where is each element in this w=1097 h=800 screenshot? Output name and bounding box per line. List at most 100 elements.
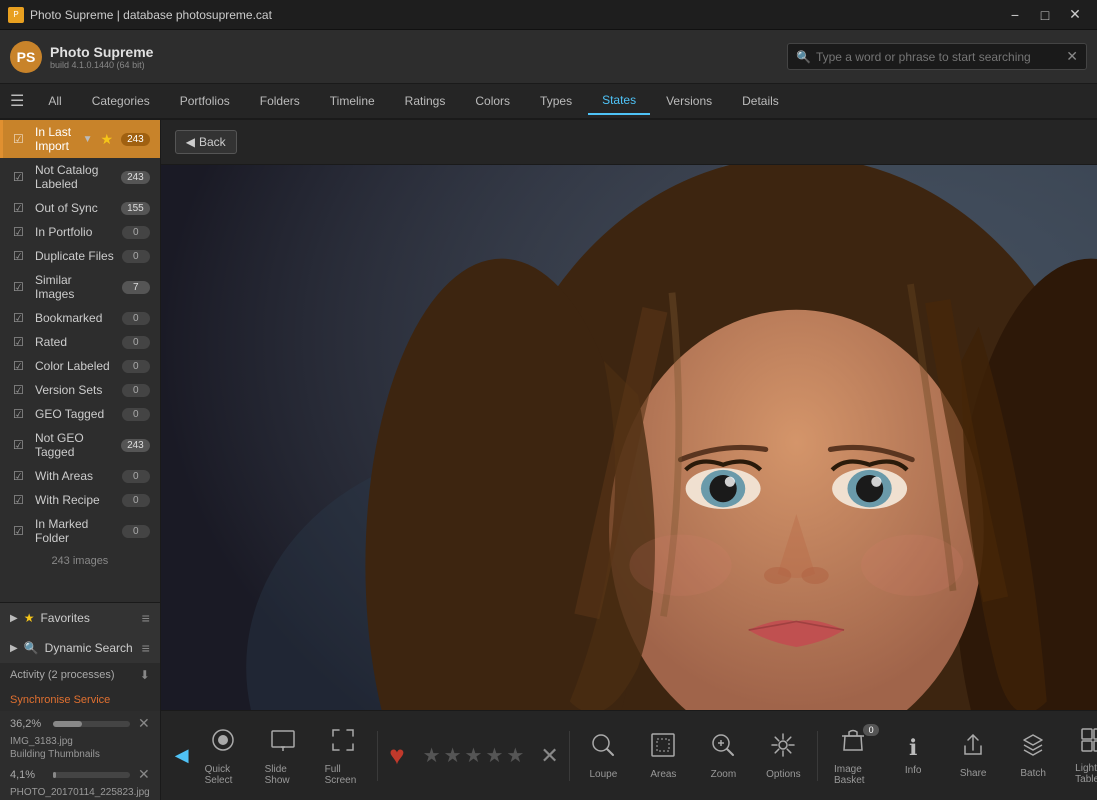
- checkbox-icon[interactable]: ☑: [13, 132, 27, 146]
- tab-colors[interactable]: Colors: [461, 88, 524, 114]
- areas-label: Areas: [650, 769, 676, 780]
- sidebar-item-bookmarked[interactable]: ☑ Bookmarked 0: [0, 306, 160, 330]
- sidebar-item-geo-tagged[interactable]: ☑ GEO Tagged 0: [0, 402, 160, 426]
- zoom-button[interactable]: Zoom: [693, 725, 753, 786]
- options-label: Options: [766, 769, 800, 780]
- sidebar-item-not-geo-tagged[interactable]: ☑ Not GEO Tagged 243: [0, 426, 160, 464]
- checkbox-icon[interactable]: ☑: [13, 335, 27, 349]
- loupe-button[interactable]: Loupe: [573, 725, 633, 786]
- sidebar-item-in-marked-folder[interactable]: ☑ In Marked Folder 0: [0, 512, 160, 550]
- sidebar-item-duplicate-files[interactable]: ☑ Duplicate Files 0: [0, 244, 160, 268]
- item-label: GEO Tagged: [35, 407, 114, 421]
- areas-button[interactable]: Areas: [633, 725, 693, 786]
- nav-tabs: ☰ All Categories Portfolios Folders Time…: [0, 84, 1097, 120]
- full-screen-button[interactable]: Full Screen: [313, 720, 373, 792]
- tab-ratings[interactable]: Ratings: [391, 88, 460, 114]
- dynamic-search-section[interactable]: ▶ 🔍 Dynamic Search ≡: [0, 633, 160, 663]
- sidebar-item-rated[interactable]: ☑ Rated 0: [0, 330, 160, 354]
- sidebar-item-color-labeled[interactable]: ☑ Color Labeled 0: [0, 354, 160, 378]
- progress-sublabel-1: Building Thumbnails: [0, 749, 160, 762]
- favorites-section[interactable]: ▶ ★ Favorites ≡: [0, 603, 160, 633]
- basket-badge: 0: [863, 724, 879, 736]
- checkbox-icon[interactable]: ☑: [13, 438, 27, 452]
- progress-close-2[interactable]: ✕: [138, 766, 150, 783]
- sidebar-item-out-of-sync[interactable]: ☑ Out of Sync 155: [0, 196, 160, 220]
- slide-show-icon: [269, 726, 297, 760]
- item-count: 0: [122, 494, 150, 507]
- checkbox-icon[interactable]: ☑: [13, 359, 27, 373]
- prev-nav-arrow[interactable]: ◀: [171, 745, 193, 766]
- star-1[interactable]: ★: [423, 743, 441, 768]
- info-button[interactable]: ℹ Info: [883, 729, 943, 782]
- activity-down-icon[interactable]: ⬇: [140, 668, 150, 682]
- checkbox-icon[interactable]: ☑: [13, 383, 27, 397]
- item-label: With Areas: [35, 469, 114, 483]
- heart-icon[interactable]: ♥: [381, 740, 412, 771]
- star-5[interactable]: ★: [506, 743, 524, 768]
- quick-select-button[interactable]: Quick Select: [193, 720, 253, 792]
- sidebar-item-with-recipe[interactable]: ☑ With Recipe 0: [0, 488, 160, 512]
- batch-button[interactable]: Batch: [1003, 726, 1063, 785]
- back-button[interactable]: ◀ Back: [175, 130, 237, 154]
- progress-item-1: 36,2% ✕: [0, 711, 160, 736]
- sidebar-item-in-last-import[interactable]: ☑ In Last Import ▼ ★ 243: [0, 120, 160, 158]
- window-controls: − □ ✕: [1001, 4, 1089, 26]
- search-close-icon[interactable]: ✕: [1066, 48, 1078, 65]
- sidebar-item-not-catalog-labeled[interactable]: ☑ Not Catalog Labeled 243: [0, 158, 160, 196]
- activity-label: Activity (2 processes): [10, 669, 115, 681]
- checkbox-icon[interactable]: ☑: [13, 524, 27, 538]
- checkbox-icon[interactable]: ☑: [13, 170, 27, 184]
- tab-all[interactable]: All: [34, 88, 75, 114]
- checkbox-icon[interactable]: ☑: [13, 280, 27, 294]
- tab-types[interactable]: Types: [526, 88, 586, 114]
- checkbox-icon[interactable]: ☑: [13, 311, 27, 325]
- light-table-button[interactable]: Light Table: [1063, 721, 1097, 791]
- back-arrow-icon: ◀: [186, 135, 195, 149]
- tab-versions[interactable]: Versions: [652, 88, 726, 114]
- item-label: In Portfolio: [35, 225, 114, 239]
- checkbox-icon[interactable]: ☑: [13, 469, 27, 483]
- menu-icon[interactable]: ≡: [142, 640, 150, 656]
- options-button[interactable]: Options: [753, 725, 813, 786]
- image-basket-button[interactable]: 0 Image Basket: [822, 720, 883, 792]
- slide-show-button[interactable]: Slide Show: [253, 720, 313, 792]
- tab-timeline[interactable]: Timeline: [316, 88, 389, 114]
- item-count: 0: [122, 408, 150, 421]
- sidebar-item-version-sets[interactable]: ☑ Version Sets 0: [0, 378, 160, 402]
- item-label: In Last Import: [35, 125, 75, 153]
- star-4[interactable]: ★: [485, 743, 503, 768]
- progress-close-1[interactable]: ✕: [138, 715, 150, 732]
- nav-hamburger-icon[interactable]: ☰: [10, 91, 24, 111]
- light-table-icon: [1080, 727, 1097, 759]
- tab-portfolios[interactable]: Portfolios: [166, 88, 244, 114]
- minimize-button[interactable]: −: [1001, 4, 1029, 26]
- star-3[interactable]: ★: [465, 743, 483, 768]
- checkbox-icon[interactable]: ☑: [13, 201, 27, 215]
- checkbox-icon[interactable]: ☑: [13, 225, 27, 239]
- sidebar-item-in-portfolio[interactable]: ☑ In Portfolio 0: [0, 220, 160, 244]
- share-button[interactable]: Share: [943, 726, 1003, 785]
- close-button[interactable]: ✕: [1061, 4, 1089, 26]
- search-input[interactable]: [816, 50, 1061, 64]
- star-2[interactable]: ★: [444, 743, 462, 768]
- sidebar-item-with-areas[interactable]: ☑ With Areas 0: [0, 464, 160, 488]
- tab-details[interactable]: Details: [728, 88, 793, 114]
- search-bar[interactable]: 🔍 ✕: [787, 43, 1087, 70]
- maximize-button[interactable]: □: [1031, 4, 1059, 26]
- reject-icon[interactable]: ✕: [534, 743, 564, 769]
- toolbar-separator-2: [569, 731, 570, 781]
- tab-categories[interactable]: Categories: [78, 88, 164, 114]
- item-label: Not Catalog Labeled: [35, 163, 113, 191]
- checkbox-icon[interactable]: ☑: [13, 249, 27, 263]
- sidebar-item-similar-images[interactable]: ☑ Similar Images 7: [0, 268, 160, 306]
- item-count: 0: [122, 360, 150, 373]
- checkbox-icon[interactable]: ☑: [13, 407, 27, 421]
- checkbox-icon[interactable]: ☑: [13, 493, 27, 507]
- progress-track-1: [53, 721, 130, 727]
- menu-icon[interactable]: ≡: [142, 610, 150, 626]
- tab-states[interactable]: States: [588, 87, 650, 115]
- tab-folders[interactable]: Folders: [246, 88, 314, 114]
- item-label: Bookmarked: [35, 311, 114, 325]
- item-label: Similar Images: [35, 273, 114, 301]
- star-icon: ★: [24, 611, 35, 625]
